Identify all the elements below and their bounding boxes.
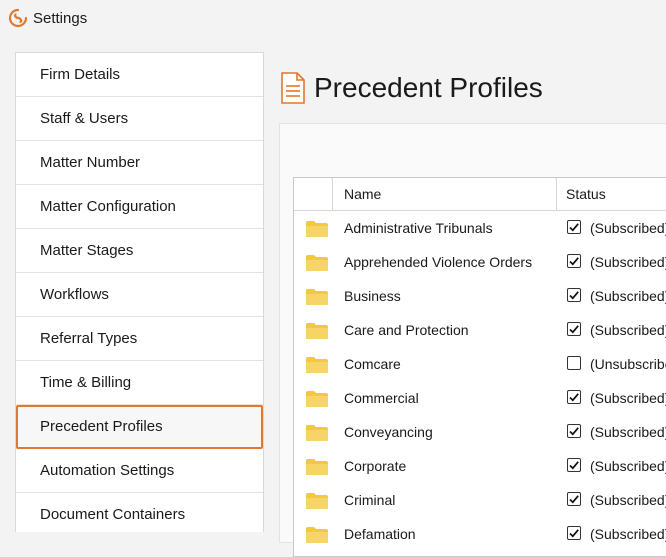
table-row[interactable]: Defamation (Subscribed)	[294, 517, 666, 551]
table-row[interactable]: Comcare (Unsubscribed)	[294, 347, 666, 381]
checkmark-icon	[569, 393, 579, 402]
profile-name: Corporate	[344, 458, 407, 474]
checkmark-icon	[569, 529, 579, 538]
status-label: (Subscribed)	[590, 526, 666, 542]
profile-name: Apprehended Violence Orders	[344, 254, 533, 270]
status-label: (Subscribed)	[590, 220, 666, 236]
sidebar-item-matter-number[interactable]: Matter Number	[16, 141, 263, 185]
table-row[interactable]: Conveyancing (Subscribed)	[294, 415, 666, 449]
subscribed-checkbox[interactable]	[567, 322, 581, 336]
column-header-status[interactable]: Status	[566, 178, 606, 210]
table-row[interactable]: Commercial (Subscribed)	[294, 381, 666, 415]
profile-name: Business	[344, 288, 401, 304]
subscribed-checkbox[interactable]	[567, 390, 581, 404]
checkmark-icon	[569, 325, 579, 334]
profile-name: Conveyancing	[344, 424, 433, 440]
sidebar-item-workflows[interactable]: Workflows	[16, 273, 263, 317]
sidebar-item-firm-details[interactable]: Firm Details	[16, 53, 263, 97]
sidebar-item-automation-settings[interactable]: Automation Settings	[16, 449, 263, 493]
table-row[interactable]: Apprehended Violence Orders (Subscribed)	[294, 245, 666, 279]
window-title: Settings	[33, 10, 88, 27]
profile-name: Commercial	[344, 390, 419, 406]
settings-sidebar: Firm Details Staff & Users Matter Number…	[15, 52, 264, 532]
table-row[interactable]: Care and Protection (Subscribed)	[294, 313, 666, 347]
checkmark-icon	[569, 461, 579, 470]
checkmark-icon	[569, 495, 579, 504]
subscribed-checkbox[interactable]	[567, 220, 581, 234]
subscribed-checkbox[interactable]	[567, 526, 581, 540]
folder-icon	[306, 357, 328, 373]
folder-icon	[306, 459, 328, 475]
folder-icon	[306, 493, 328, 509]
table-row[interactable]: Criminal (Subscribed)	[294, 483, 666, 517]
folder-icon	[306, 221, 328, 237]
checkmark-icon	[569, 291, 579, 300]
sidebar-item-document-containers[interactable]: Document Containers	[16, 493, 263, 532]
status-label: (Subscribed)	[590, 390, 666, 406]
sidebar-item-time-billing[interactable]: Time & Billing	[16, 361, 263, 405]
table-row[interactable]: Administrative Tribunals (Subscribed)	[294, 211, 666, 245]
profiles-table: Name Status Administrative Tribunals (Sub…	[293, 177, 666, 557]
folder-icon	[306, 527, 328, 543]
sidebar-item-referral-types[interactable]: Referral Types	[16, 317, 263, 361]
sidebar-item-matter-configuration[interactable]: Matter Configuration	[16, 185, 263, 229]
table-row[interactable]: Corporate (Subscribed)	[294, 449, 666, 483]
subscribed-checkbox[interactable]	[567, 254, 581, 268]
status-label: (Subscribed)	[590, 492, 666, 508]
status-label: (Subscribed)	[590, 288, 666, 304]
subscribed-checkbox[interactable]	[567, 356, 581, 370]
checkmark-icon	[569, 427, 579, 436]
sidebar-item-precedent-profiles[interactable]: Precedent Profiles	[16, 405, 263, 449]
main-content: Precedent Profiles Name Status Administr…	[264, 52, 666, 557]
status-label: (Unsubscribed)	[590, 356, 666, 372]
subscribed-checkbox[interactable]	[567, 458, 581, 472]
folder-icon	[306, 289, 328, 305]
column-separator	[332, 178, 333, 210]
status-label: (Subscribed)	[590, 322, 666, 338]
folder-icon	[306, 391, 328, 407]
profiles-panel: Name Status Administrative Tribunals (Sub…	[279, 123, 666, 557]
title-bar: Settings	[0, 0, 666, 38]
column-separator	[556, 178, 557, 210]
app-logo-icon	[8, 8, 28, 28]
sidebar-item-staff-users[interactable]: Staff & Users	[16, 97, 263, 141]
folder-icon	[306, 425, 328, 441]
profile-name: Care and Protection	[344, 322, 469, 338]
profile-name: Criminal	[344, 492, 396, 508]
status-label: (Subscribed)	[590, 254, 666, 270]
folder-icon	[306, 323, 328, 339]
page-title: Precedent Profiles	[314, 72, 543, 103]
checkmark-icon	[569, 223, 579, 232]
subscribed-checkbox[interactable]	[567, 424, 581, 438]
subscribed-checkbox[interactable]	[567, 288, 581, 302]
status-label: (Subscribed)	[590, 424, 666, 440]
checkmark-icon	[569, 257, 579, 266]
table-row[interactable]: Business (Subscribed)	[294, 279, 666, 313]
status-label: (Subscribed)	[590, 458, 666, 474]
profile-name: Comcare	[344, 356, 401, 372]
column-header-name[interactable]: Name	[344, 178, 381, 210]
subscribed-checkbox[interactable]	[567, 492, 581, 506]
folder-icon	[306, 255, 328, 271]
profile-name: Defamation	[344, 526, 416, 542]
table-header: Name Status	[294, 178, 666, 211]
profile-name: Administrative Tribunals	[344, 220, 493, 236]
sidebar-item-matter-stages[interactable]: Matter Stages	[16, 229, 263, 273]
document-icon	[281, 72, 305, 104]
